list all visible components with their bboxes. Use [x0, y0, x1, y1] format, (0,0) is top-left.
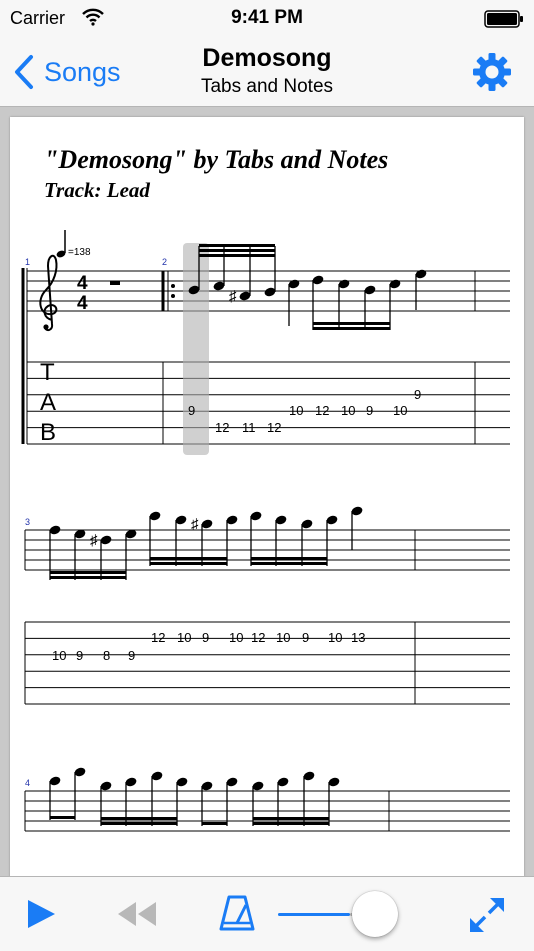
- playback-cursor: [183, 243, 209, 455]
- tab-fret: 10: [276, 630, 290, 645]
- tab-fret: 10: [289, 403, 303, 418]
- battery-icon: [484, 10, 523, 28]
- tab-fret: 9: [202, 630, 209, 645]
- measure-number: 3: [25, 517, 30, 527]
- beam: [251, 557, 327, 560]
- tab-fret: 9: [188, 403, 195, 418]
- tab-fret: 12: [315, 403, 329, 418]
- tab-fret: 9: [414, 387, 421, 402]
- tab-fret: 9: [302, 630, 309, 645]
- measure-number: 1: [25, 257, 30, 267]
- score-area[interactable]: "Demosong" by Tabs and Notes Track: Lead…: [0, 107, 534, 877]
- tab-numbers-measure-3: 10 9 8 9 12 10 9 10 12 10 9 10 13: [52, 630, 365, 663]
- beam: [150, 562, 227, 565]
- notes-measure-3: ♯♯: [49, 506, 363, 580]
- tab-fret: 12: [215, 420, 229, 435]
- tempo-slider[interactable]: [278, 891, 398, 937]
- tempo-slider-track: [278, 913, 350, 916]
- tab-staff-2: [25, 621, 510, 705]
- tempo-value: =138: [68, 247, 91, 258]
- page-subtitle: Tabs and Notes: [200, 76, 334, 97]
- score-title: "Demosong" by Tabs and Notes: [44, 145, 388, 174]
- tab-fret: 9: [366, 403, 373, 418]
- time-signature-top: 4: [77, 273, 88, 294]
- notes-measure-4: [49, 767, 340, 826]
- beam: [150, 557, 227, 560]
- page-title: Demosong: [202, 44, 332, 72]
- tab-fret: 10: [393, 403, 407, 418]
- tab-clef-b: B: [40, 419, 56, 446]
- beam: [253, 817, 329, 820]
- tab-fret: 9: [76, 648, 83, 663]
- beam: [50, 571, 126, 574]
- beam: [253, 822, 329, 825]
- score-track: Track: Lead: [44, 178, 150, 202]
- tab-clef-t: T: [40, 359, 55, 386]
- tab-fret: 11: [242, 420, 256, 435]
- tab-fret: 10: [328, 630, 342, 645]
- score-sheet[interactable]: "Demosong" by Tabs and Notes Track: Lead…: [10, 117, 524, 877]
- measure-number: 4: [25, 778, 30, 788]
- status-bar: Carrier 9:41 PM: [0, 0, 534, 38]
- notes-measure-2: ♯: [188, 244, 427, 330]
- navigation-bar: Songs Demosong Tabs and Notes: [0, 38, 534, 107]
- tab-fret: 9: [128, 648, 135, 663]
- beam: [199, 249, 275, 252]
- score-svg: "Demosong" by Tabs and Notes Track: Lead…: [21, 145, 510, 832]
- tab-fret: 10: [229, 630, 243, 645]
- sharp-icon: ♯: [90, 532, 98, 549]
- playback-toolbar: [0, 876, 534, 951]
- tempo-marking: =138: [56, 230, 91, 258]
- tab-fret: 13: [351, 630, 365, 645]
- tab-fret: 10: [341, 403, 355, 418]
- beam: [313, 327, 390, 330]
- metronome-icon[interactable]: [216, 893, 258, 933]
- sharp-icon: ♯: [191, 516, 199, 533]
- tab-fret: 10: [177, 630, 191, 645]
- beam: [50, 816, 75, 819]
- tab-fret: 8: [103, 648, 110, 663]
- play-icon[interactable]: [24, 897, 58, 931]
- time-signature-bottom: 4: [77, 293, 88, 314]
- clock: 9:41 PM: [231, 7, 303, 28]
- rest: [110, 281, 120, 285]
- treble-clef-icon: [39, 254, 58, 332]
- beam: [101, 817, 177, 820]
- sharp-icon: ♯: [229, 288, 237, 305]
- tab-clef-a: A: [40, 389, 56, 416]
- tab-fret: 12: [251, 630, 265, 645]
- beam: [251, 562, 327, 565]
- beam: [199, 254, 275, 257]
- tab-fret: 10: [52, 648, 66, 663]
- tempo-slider-thumb[interactable]: [351, 891, 398, 937]
- beam: [199, 244, 275, 247]
- tab-fret: 12: [151, 630, 165, 645]
- beam: [202, 822, 227, 825]
- beam: [50, 576, 126, 579]
- rewind-icon[interactable]: [114, 899, 158, 929]
- beam: [101, 822, 177, 825]
- tab-fret: 12: [267, 420, 281, 435]
- expand-icon[interactable]: [466, 894, 508, 936]
- beam: [313, 322, 390, 325]
- measure-number: 2: [162, 257, 167, 267]
- gear-icon[interactable]: [472, 52, 512, 92]
